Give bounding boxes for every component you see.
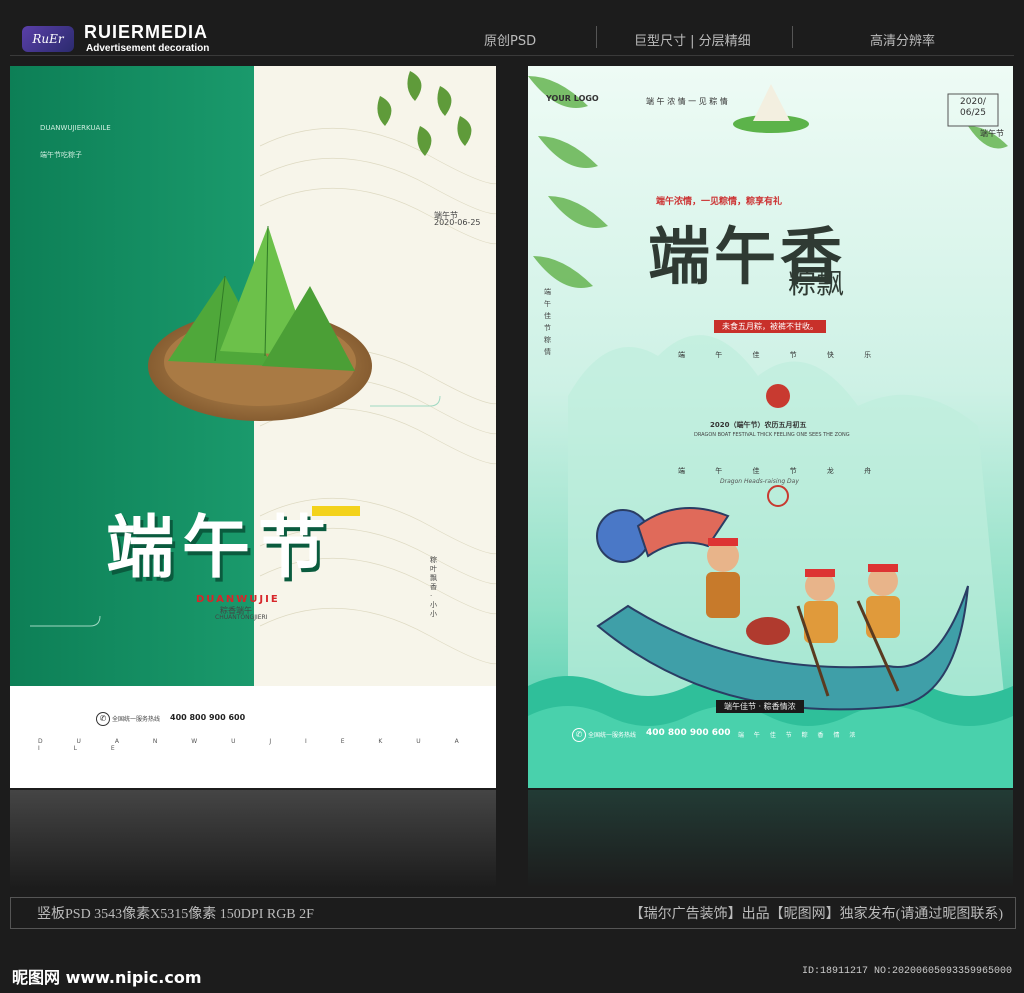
poster-subtitle: 粽飘 xyxy=(788,267,845,300)
header-item-psd: 原创PSD xyxy=(484,34,537,49)
header-item-size: 巨型尺寸 | 分层精细 xyxy=(634,34,751,49)
header-bar: RuEr RUIERMEDIA Advertisement decoration… xyxy=(0,0,1024,60)
image-id: ID:18911217 NO:20200605093359965000 xyxy=(801,966,1012,977)
poster-title: 端午节 xyxy=(106,509,335,588)
top-subtext: 端午节吃粽子 xyxy=(40,151,82,159)
date-line: 2020（端午节）农历五月初五 xyxy=(710,421,807,429)
poster-date: 2020/ 06/25 xyxy=(960,97,986,118)
pinyin-red: DUANWUJIE xyxy=(196,594,280,605)
poster-left[interactable]: DUANWUJIERKUAILE 端午节吃粽子 端午节 2020-06-25 端… xyxy=(10,66,496,788)
brand-name: RUIERMEDIA xyxy=(84,22,209,42)
side-small-text: 粽叶飘香·小小 xyxy=(430,556,437,618)
footer-publisher: 【瑞尔广告装饰】出品【昵图网】独家发布(请通过昵图联系) xyxy=(629,907,1003,922)
bottom-letters: D U A N W U J I E K U A I L E xyxy=(38,738,475,752)
title-accent xyxy=(312,506,360,516)
header-divider xyxy=(10,55,1014,56)
festival-line-2: 端 午 佳 节 龙 舟 xyxy=(678,467,886,475)
brand-logo[interactable]: RuEr xyxy=(22,26,74,52)
left-vertical-text: 端午佳节粽情 xyxy=(544,288,551,356)
festival-line: 端 午 佳 节 快 乐 xyxy=(678,351,886,359)
top-line: 端 午 浓 情 一 见 粽 情 xyxy=(646,97,728,106)
hotline-label: 全国统一服务热线 xyxy=(112,716,161,723)
red-banner: 未食五月粽，被裤不甘收。 xyxy=(714,320,826,333)
logo-text[interactable]: YOUR LOGO xyxy=(546,94,599,103)
phone-number: 400 800 900 600 xyxy=(646,728,731,738)
hotline-label: 全国统一服务热线 xyxy=(588,732,637,739)
footer-specs: 竖板PSD 3543像素X5315像素 150DPI RGB 2F xyxy=(37,907,314,922)
poster-left-art xyxy=(10,66,496,788)
footer-bar: 竖板PSD 3543像素X5315像素 150DPI RGB 2F 【瑞尔广告装… xyxy=(10,897,1016,929)
brand-tagline: Advertisement decoration xyxy=(86,43,210,54)
header-item-resolution: 高清分辨率 xyxy=(870,34,936,49)
bottom-banner: 端午佳节 · 粽香情浓 xyxy=(716,700,804,713)
subtitle-en: CHUANTONGJIERI xyxy=(215,614,268,621)
poster-left-reflection xyxy=(10,790,496,888)
phone-number: 400 800 900 600 xyxy=(170,713,246,722)
site-watermark[interactable]: 昵图网 www.nipic.com xyxy=(12,964,202,988)
en-line-2: Dragon Heads-raising Day xyxy=(720,478,799,485)
date: 2020-06-25 xyxy=(434,218,481,227)
top-text: DUANWUJIERKUAILE xyxy=(40,124,111,132)
phone-icon: ✆ xyxy=(96,712,110,726)
header-separator xyxy=(792,26,793,48)
bottom-small-text: 端 午 佳 节 粽 香 情 浓 xyxy=(738,732,860,739)
right-corner-label: 端午节 xyxy=(980,129,1004,138)
en-line: DRAGON BOAT FESTIVAL THICK FEELING ONE S… xyxy=(694,432,850,438)
poster-right[interactable]: YOUR LOGO 端 午 浓 情 一 见 粽 情 2020/ 06/25 端午… xyxy=(528,66,1013,788)
header-separator xyxy=(596,26,597,48)
phone-icon: ✆ xyxy=(572,728,586,742)
poster-right-reflection xyxy=(528,790,1013,888)
